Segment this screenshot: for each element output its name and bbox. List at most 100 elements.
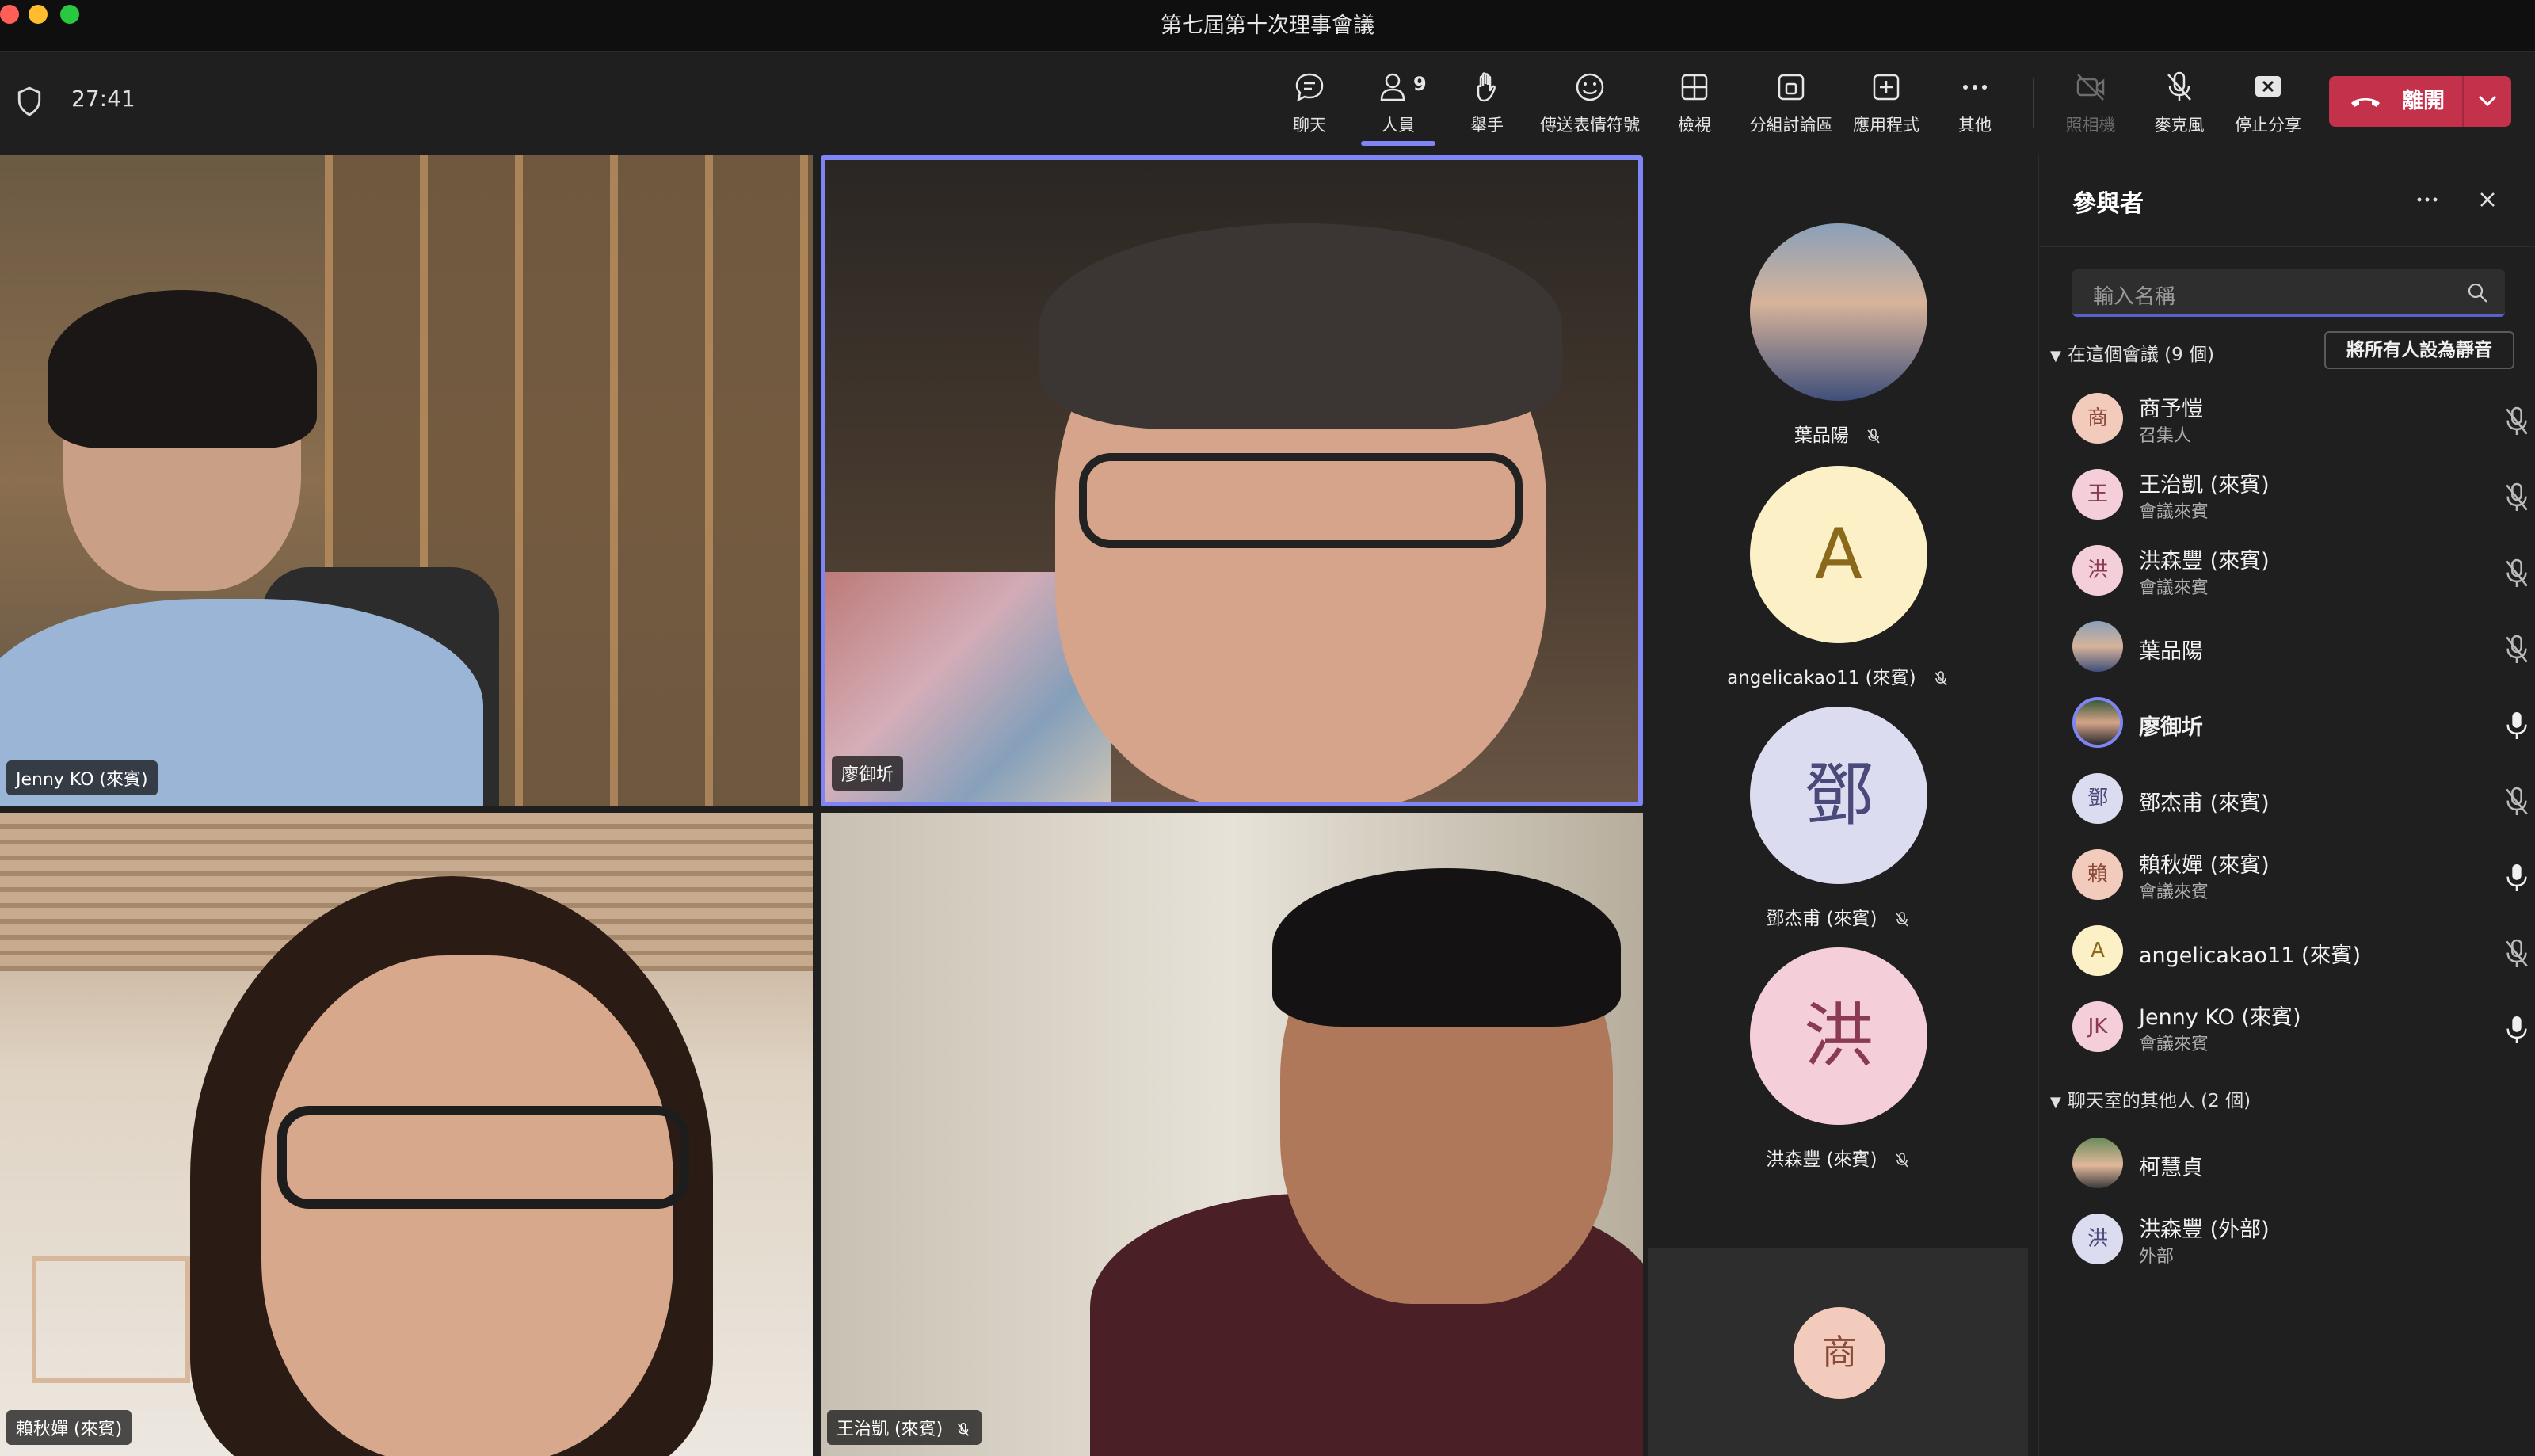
video-tile-lai[interactable]: 賴秋嬋 (來賓) bbox=[0, 813, 813, 1456]
mic-off-icon bbox=[1896, 1152, 1908, 1168]
people-label: 人員 bbox=[1382, 116, 1415, 135]
gallery-card[interactable]: 洪 洪森豐 (來賓) bbox=[1645, 947, 2033, 1171]
avatar bbox=[1750, 223, 1927, 401]
video-tile-jenny[interactable]: Jenny KO (來賓) bbox=[0, 155, 813, 806]
apps-icon bbox=[1873, 74, 1900, 101]
apps-button[interactable]: 應用程式 bbox=[1835, 68, 1938, 147]
avatar: 王 bbox=[2072, 469, 2123, 520]
participant-row[interactable]: 商 商予愷 召集人 bbox=[2072, 385, 2528, 456]
participant-row[interactable]: 賴 賴秋嬋 (來賓) 會議來賓 bbox=[2072, 841, 2527, 913]
participant-name: 廖御圻 bbox=[2139, 715, 2203, 740]
mic-off-icon bbox=[1935, 670, 1947, 686]
participant-row[interactable]: 廖御圻 bbox=[2072, 689, 2527, 760]
participant-row[interactable]: JK Jenny KO (來賓) 會議來賓 bbox=[2072, 993, 2527, 1065]
mic-off-icon bbox=[2167, 71, 2191, 101]
participant-row[interactable]: 王 王治凱 (來賓) 會議來賓 bbox=[2072, 461, 2528, 532]
camera-button[interactable]: 照相機 bbox=[2039, 68, 2142, 147]
avatar: 鄧 bbox=[2072, 773, 2123, 824]
avatar: 商 bbox=[2072, 393, 2123, 444]
video-tile-speaker[interactable]: 廖御圻 bbox=[821, 155, 1643, 806]
mic-off-icon bbox=[1896, 911, 1908, 927]
microphone-button[interactable]: 麥克風 bbox=[2128, 68, 2231, 147]
participant-role: 會議來賓 bbox=[2139, 1035, 2209, 1054]
gallery-card-name: 洪森豐 (來賓) bbox=[1645, 1144, 2033, 1171]
avatar: A bbox=[1750, 466, 1927, 643]
more-button[interactable]: 其他 bbox=[1923, 68, 2026, 147]
chat-member-row[interactable]: 柯慧貞 bbox=[2072, 1130, 2516, 1201]
mic-off-icon[interactable] bbox=[2503, 558, 2530, 589]
gallery-name-text: angelicakao11 (來賓) bbox=[1727, 668, 1916, 688]
avatar: 洪 bbox=[1750, 947, 1927, 1125]
breakout-label: 分組討論區 bbox=[1749, 116, 1833, 135]
glasses bbox=[1079, 453, 1523, 548]
participant-role: 外部 bbox=[2139, 1247, 2175, 1267]
chat-others-section-toggle[interactable]: ▼ 聊天室的其他人 (2 個) bbox=[2050, 1085, 2251, 1112]
participant-row[interactable]: 鄧 鄧杰甫 (來賓) bbox=[2072, 765, 2528, 837]
leave-button[interactable]: 離開 bbox=[2329, 76, 2511, 127]
participant-name: 葉品陽 bbox=[2139, 639, 2203, 664]
in-meeting-section-toggle[interactable]: ▼ 在這個會議 (9 個) bbox=[2050, 339, 2214, 366]
mic-off-icon[interactable] bbox=[2503, 634, 2530, 665]
search-input[interactable]: 輸入名稱 bbox=[2072, 269, 2505, 317]
gallery-card[interactable]: 鄧 鄧杰甫 (來賓) bbox=[1645, 707, 2033, 930]
active-tab-indicator bbox=[1361, 141, 1435, 146]
participant-role: 會議來賓 bbox=[2139, 502, 2209, 522]
mic-off-icon[interactable] bbox=[2503, 482, 2530, 513]
panel-title: 參與者 bbox=[2072, 190, 2144, 218]
participant-row[interactable]: 葉品陽 bbox=[2072, 613, 2528, 684]
avatar-photo bbox=[1750, 223, 1927, 401]
stop-share-icon bbox=[2255, 76, 2281, 97]
participant-name: Jenny KO (來賓) bbox=[2139, 1005, 2301, 1030]
gallery-card[interactable]: A angelicakao11 (來賓) bbox=[1645, 466, 2033, 689]
participant-name: angelicakao11 (來賓) bbox=[2139, 943, 2362, 968]
raise-hand-label: 舉手 bbox=[1470, 116, 1504, 135]
more-icon[interactable] bbox=[2411, 184, 2443, 215]
mic-on-icon[interactable] bbox=[2503, 1014, 2530, 1046]
self-view-tile[interactable]: 商 bbox=[1648, 1248, 2028, 1456]
mic-off-icon[interactable] bbox=[2503, 786, 2530, 818]
leave-options-button[interactable] bbox=[2464, 76, 2511, 127]
caret-down-icon: ▼ bbox=[2050, 1094, 2061, 1111]
emoji-button[interactable]: 傳送表情符號 bbox=[1538, 68, 1641, 147]
participant-name: 王治凱 (來賓) bbox=[2139, 473, 2270, 497]
more-label: 其他 bbox=[1958, 116, 1992, 135]
video-name-tag: 賴秋嬋 (來賓) bbox=[6, 1410, 132, 1445]
emoji-icon bbox=[1576, 73, 1604, 101]
raise-hand-icon bbox=[1477, 72, 1496, 102]
mute-all-button[interactable]: 將所有人設為靜音 bbox=[2324, 331, 2514, 369]
participant-row[interactable]: 洪 洪森豐 (來賓) 會議來賓 bbox=[2072, 537, 2528, 608]
stop-share-button[interactable]: 停止分享 bbox=[2217, 68, 2320, 147]
close-icon[interactable] bbox=[2472, 184, 2503, 215]
chat-member-row[interactable]: 洪 洪森豐 (外部) 外部 bbox=[2072, 1206, 2516, 1277]
avatar: 鄧 bbox=[1750, 707, 1927, 884]
meeting-toolbar: 27:41 聊天 9 人員 舉手 傳送表情符號 檢視 分組討論區 應用程式 其他… bbox=[0, 54, 2535, 155]
people-button[interactable]: 9 人員 bbox=[1347, 68, 1450, 147]
video-name-text: 王治凱 (來賓) bbox=[837, 1420, 943, 1439]
avatar: JK bbox=[2072, 1001, 2123, 1052]
participant-name: 洪森豐 (來賓) bbox=[2139, 549, 2270, 574]
raise-hand-button[interactable]: 舉手 bbox=[1435, 68, 1538, 147]
participant-row[interactable]: A angelicakao11 (來賓) bbox=[2072, 917, 2528, 989]
mic-off-icon bbox=[958, 1423, 970, 1436]
caret-down-icon: ▼ bbox=[2050, 348, 2061, 364]
chair bbox=[32, 1256, 190, 1383]
person-hair bbox=[1039, 223, 1562, 429]
camera-label: 照相機 bbox=[2065, 116, 2116, 135]
breakout-button[interactable]: 分組討論區 bbox=[1740, 68, 1843, 147]
view-button[interactable]: 檢視 bbox=[1643, 68, 1746, 147]
avatar: A bbox=[2072, 925, 2123, 976]
gallery-card-name: 葉品陽 bbox=[1645, 420, 2033, 447]
mic-on-icon[interactable] bbox=[2503, 862, 2530, 894]
shield-icon[interactable] bbox=[16, 86, 43, 117]
search-icon bbox=[2468, 283, 2487, 303]
gallery-card[interactable]: 葉品陽 bbox=[1645, 223, 2033, 447]
video-tile-wang[interactable]: 王治凱 (來賓) bbox=[821, 813, 1643, 1456]
gallery-name-text: 葉品陽 bbox=[1794, 425, 1849, 446]
mic-off-icon[interactable] bbox=[2503, 938, 2530, 970]
mic-on-icon[interactable] bbox=[2503, 710, 2530, 741]
more-icon bbox=[1963, 85, 1987, 90]
avatar: 商 bbox=[1794, 1307, 1885, 1399]
chat-button[interactable]: 聊天 bbox=[1258, 68, 1361, 147]
mic-off-icon[interactable] bbox=[2503, 406, 2530, 437]
participants-panel: 參與者 輸入名稱 ▼ 在這個會議 (9 個) 將所有人設為靜音 商 商予愷 召集人… bbox=[2038, 155, 2535, 1456]
